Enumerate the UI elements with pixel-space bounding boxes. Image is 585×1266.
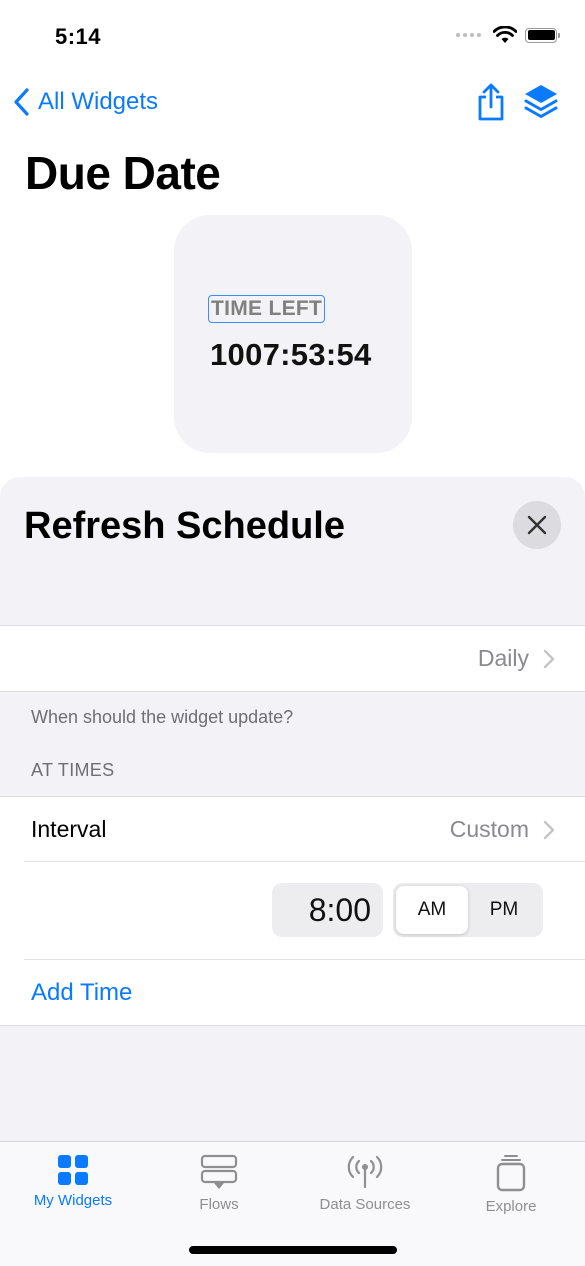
time-picker[interactable]: 8:00	[272, 883, 383, 937]
interval-row[interactable]: Interval Custom	[0, 797, 585, 862]
status-icons	[456, 26, 560, 44]
tab-label: Data Sources	[319, 1196, 411, 1213]
chevron-left-icon	[14, 88, 29, 116]
frequency-row[interactable]: Daily	[0, 626, 585, 691]
status-bar: 5:14	[0, 0, 585, 75]
navigation-bar: All Widgets	[0, 78, 585, 130]
widget-preview[interactable]: TIME LEFT 1007:53:54	[174, 215, 412, 453]
cellular-signal-icon	[456, 33, 481, 37]
frequency-group: Daily	[0, 625, 585, 692]
back-button[interactable]: All Widgets	[12, 87, 158, 117]
tab-label: My Widgets	[33, 1192, 113, 1209]
interval-value: Custom	[449, 816, 529, 842]
battery-icon	[525, 27, 560, 43]
section-header-at-times: AT TIMES	[31, 760, 115, 780]
close-button[interactable]	[513, 501, 561, 549]
antenna-icon	[347, 1155, 383, 1189]
home-indicator[interactable]	[189, 1246, 397, 1254]
add-time-button[interactable]: Add Time	[0, 960, 585, 1025]
share-icon[interactable]	[475, 82, 507, 122]
tab-label: Explore	[485, 1198, 537, 1215]
segment-pm[interactable]: PM	[468, 886, 540, 934]
tab-flows[interactable]: Flows	[146, 1154, 292, 1213]
frequency-footer: When should the widget update?	[31, 707, 294, 727]
wifi-icon	[493, 26, 517, 43]
widget-label[interactable]: TIME LEFT	[208, 295, 326, 323]
tab-label: Flows	[199, 1196, 239, 1213]
tab-my-widgets[interactable]: My Widgets	[0, 1154, 146, 1209]
chevron-right-icon	[543, 649, 555, 668]
times-group: Interval Custom 8:00 AM PM Add Time	[0, 796, 585, 1026]
tab-explore[interactable]: Explore	[438, 1154, 584, 1215]
back-button-label: All Widgets	[38, 88, 159, 115]
page-title: Due Date	[25, 147, 221, 199]
status-time: 5:14	[55, 24, 102, 49]
close-icon	[527, 515, 547, 535]
layers-icon[interactable]	[523, 82, 559, 122]
time-entry-row: 8:00 AM PM	[0, 862, 585, 960]
widget-countdown-value: 1007:53:54	[210, 337, 372, 372]
chevron-right-icon	[543, 820, 555, 839]
sheet-title: Refresh Schedule	[24, 505, 345, 547]
am-pm-segmented-control: AM PM	[393, 883, 543, 937]
divider	[24, 959, 585, 960]
grid-icon	[58, 1155, 88, 1185]
flows-icon	[200, 1154, 238, 1189]
interval-label: Interval	[31, 816, 107, 842]
tab-data-sources[interactable]: Data Sources	[292, 1154, 438, 1213]
frequency-value: Daily	[477, 645, 529, 671]
explore-stack-icon	[496, 1155, 526, 1192]
segment-am[interactable]: AM	[396, 886, 468, 934]
